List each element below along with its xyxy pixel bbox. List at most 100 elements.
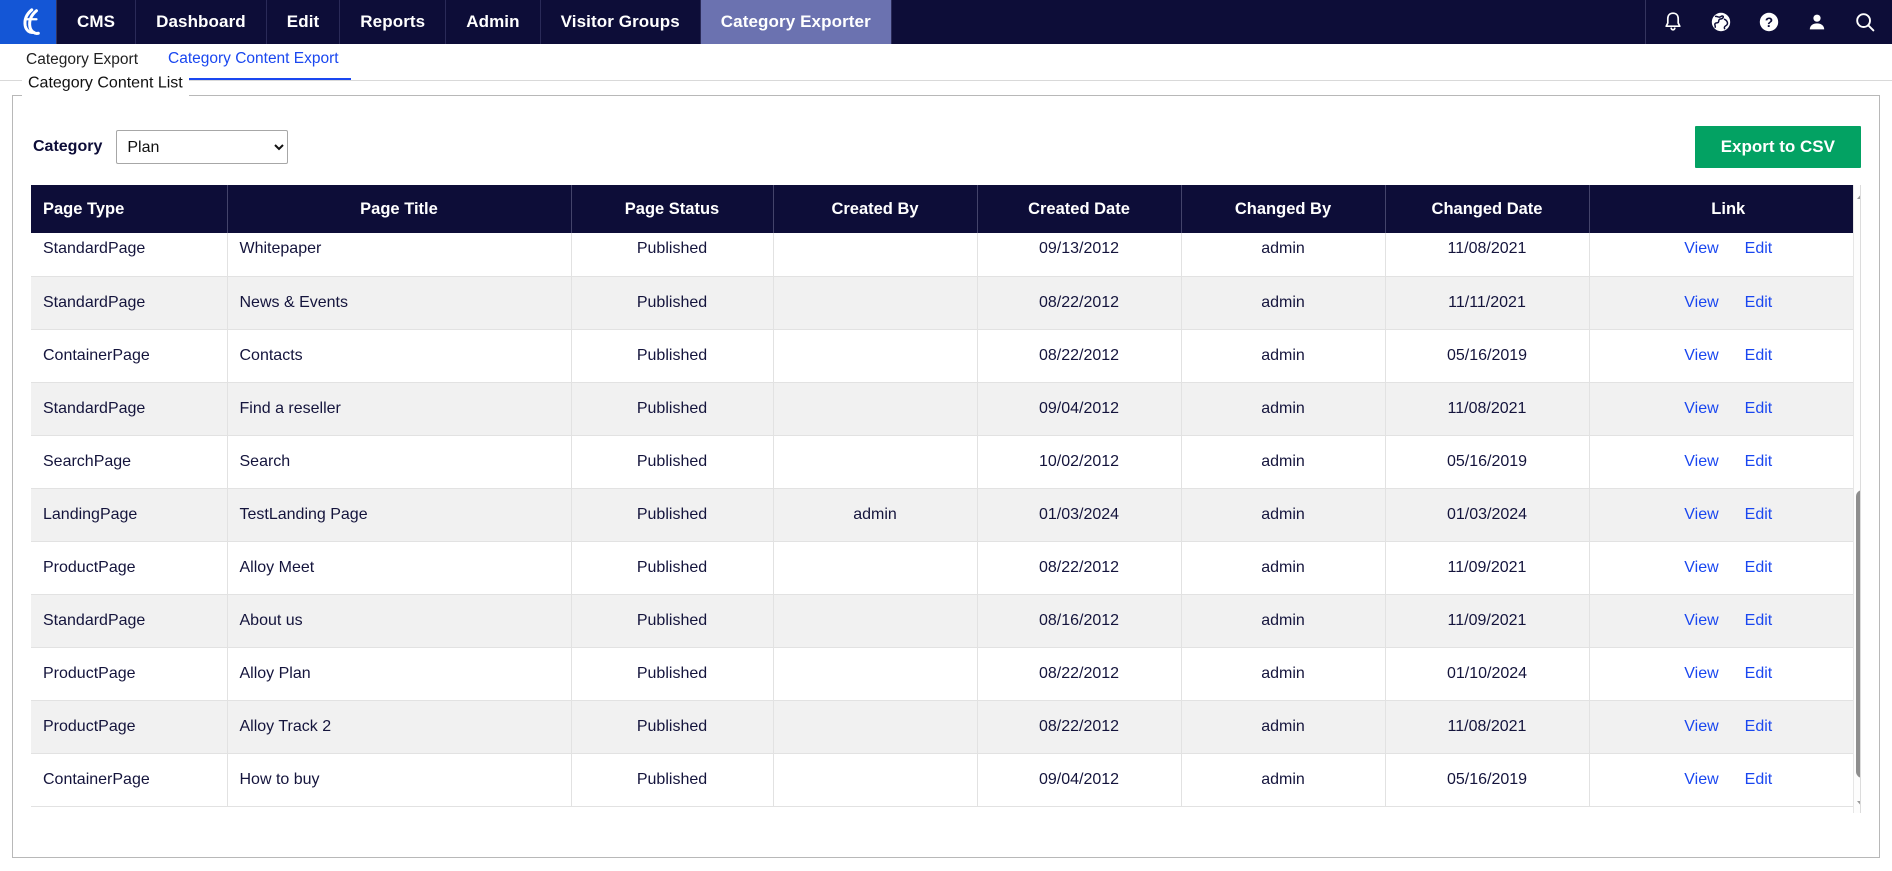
nav-item-dashboard[interactable]: Dashboard bbox=[135, 0, 266, 44]
cell-page-title: News & Events bbox=[227, 276, 572, 330]
nav-item-visitor-groups[interactable]: Visitor Groups bbox=[539, 0, 700, 44]
cell-page-status: Published bbox=[571, 233, 774, 277]
column-header-created-date[interactable]: Created Date bbox=[977, 185, 1182, 233]
sub-tab-bar: Category Export Category Content Export bbox=[0, 44, 1892, 80]
cell-link: View Edit bbox=[1589, 233, 1860, 277]
cell-created-by bbox=[773, 753, 978, 807]
nav-label: Admin bbox=[466, 12, 520, 31]
cell-page-title: Find a reseller bbox=[227, 382, 572, 436]
top-navigation-bar: CMS Dashboard Edit Reports Admin Visitor… bbox=[0, 0, 1892, 44]
edit-link[interactable]: Edit bbox=[1745, 506, 1773, 523]
cell-page-type: ContainerPage bbox=[31, 753, 228, 807]
nav-item-admin[interactable]: Admin bbox=[445, 0, 539, 44]
cell-page-status: Published bbox=[571, 541, 774, 595]
cell-page-status: Published bbox=[571, 700, 774, 754]
cell-link: View Edit bbox=[1589, 753, 1860, 807]
table-body-scroll-area[interactable]: StandardPage Whitepaper Published 09/13/201… bbox=[31, 233, 1860, 813]
view-link[interactable]: View bbox=[1684, 294, 1718, 311]
cell-page-status: Published bbox=[571, 647, 774, 701]
nav-item-cms[interactable]: CMS bbox=[56, 0, 135, 44]
bell-icon[interactable] bbox=[1660, 9, 1686, 35]
cell-link: View Edit bbox=[1589, 382, 1860, 436]
search-icon[interactable] bbox=[1852, 9, 1878, 35]
table-row: StandardPage Whitepaper Published 09/13/201… bbox=[31, 233, 1860, 277]
view-link[interactable]: View bbox=[1684, 400, 1718, 417]
export-to-csv-button[interactable]: Export to CSV bbox=[1694, 126, 1861, 168]
cell-created-date: 08/16/2012 bbox=[977, 594, 1182, 648]
cell-changed-date: 11/09/2021 bbox=[1385, 541, 1590, 595]
table-row: ProductPage Alloy Meet Published 08/22/2012… bbox=[31, 541, 1860, 595]
nav-item-category-exporter[interactable]: Category Exporter bbox=[699, 0, 891, 44]
edit-link[interactable]: Edit bbox=[1745, 718, 1773, 735]
column-header-page-type[interactable]: Page Type bbox=[31, 185, 228, 233]
edit-link[interactable]: Edit bbox=[1745, 453, 1773, 470]
cell-created-date: 01/03/2024 bbox=[977, 488, 1182, 542]
cell-created-by bbox=[773, 435, 978, 489]
view-link[interactable]: View bbox=[1684, 718, 1718, 735]
edit-link[interactable]: Edit bbox=[1745, 559, 1773, 576]
panel-border-left-stub bbox=[12, 94, 22, 96]
cell-created-by bbox=[773, 329, 978, 383]
edit-link[interactable]: Edit bbox=[1745, 240, 1773, 257]
view-link[interactable]: View bbox=[1684, 240, 1718, 257]
cell-changed-date: 01/03/2024 bbox=[1385, 488, 1590, 542]
cell-created-by bbox=[773, 647, 978, 701]
cell-link: View Edit bbox=[1589, 276, 1860, 330]
cell-created-date: 08/22/2012 bbox=[977, 276, 1182, 330]
view-link[interactable]: View bbox=[1684, 347, 1718, 364]
category-select[interactable]: Plan bbox=[116, 130, 289, 164]
column-header-link[interactable]: Link bbox=[1589, 185, 1860, 233]
cell-link: View Edit bbox=[1589, 435, 1860, 489]
table-row: ProductPage Alloy Track 2 Published 08/22/2… bbox=[31, 700, 1860, 754]
cell-changed-by: admin bbox=[1181, 435, 1386, 489]
scroll-up-arrow[interactable] bbox=[1854, 187, 1860, 204]
view-link[interactable]: View bbox=[1684, 665, 1718, 682]
table-row: LandingPage TestLanding Page Published admi… bbox=[31, 488, 1860, 542]
table-row: StandardPage About us Published 08/16/2012 a… bbox=[31, 594, 1860, 648]
table-row: SearchPage Search Published 10/02/2012 admin… bbox=[31, 435, 1860, 489]
cell-created-date: 08/22/2012 bbox=[977, 329, 1182, 383]
column-header-changed-by[interactable]: Changed By bbox=[1181, 185, 1386, 233]
column-header-changed-date[interactable]: Changed Date bbox=[1385, 185, 1590, 233]
edit-link[interactable]: Edit bbox=[1745, 771, 1773, 788]
column-header-page-status[interactable]: Page Status bbox=[571, 185, 774, 233]
nav-item-edit[interactable]: Edit bbox=[265, 0, 340, 44]
cell-page-type: LandingPage bbox=[31, 488, 228, 542]
cell-page-type: ContainerPage bbox=[31, 329, 228, 383]
cell-page-status: Published bbox=[571, 329, 774, 383]
edit-link[interactable]: Edit bbox=[1745, 294, 1773, 311]
edit-link[interactable]: Edit bbox=[1745, 347, 1773, 364]
nav-item-reports[interactable]: Reports bbox=[339, 0, 445, 44]
view-link[interactable]: View bbox=[1684, 559, 1718, 576]
cell-page-title: Alloy Track 2 bbox=[227, 700, 572, 754]
nav-label: Edit bbox=[286, 12, 320, 31]
view-link[interactable]: View bbox=[1684, 612, 1718, 629]
edit-link[interactable]: Edit bbox=[1745, 400, 1773, 417]
category-content-table-container: Page Type Page Title Page Status Created… bbox=[31, 185, 1861, 813]
cell-page-type: ProductPage bbox=[31, 541, 228, 595]
edit-link[interactable]: Edit bbox=[1745, 612, 1773, 629]
scroll-down-arrow[interactable] bbox=[1854, 796, 1860, 813]
view-link[interactable]: View bbox=[1684, 506, 1718, 523]
episerver-logo[interactable] bbox=[0, 0, 56, 44]
cell-page-status: Published bbox=[571, 435, 774, 489]
column-header-created-by[interactable]: Created By bbox=[773, 185, 978, 233]
globe-icon[interactable] bbox=[1708, 9, 1734, 35]
user-icon[interactable] bbox=[1804, 9, 1830, 35]
tab-label: Category Content Export bbox=[168, 50, 339, 67]
panel-legend: Category Content List bbox=[22, 74, 189, 93]
cell-changed-date: 11/11/2021 bbox=[1385, 276, 1590, 330]
category-content-list-panel: Category Content List Category Plan Expo… bbox=[12, 74, 1880, 858]
table-row: ContainerPage Contacts Published 08/22/2012… bbox=[31, 329, 1860, 383]
cell-changed-by: admin bbox=[1181, 594, 1386, 648]
view-link[interactable]: View bbox=[1684, 771, 1718, 788]
scroll-thumb[interactable] bbox=[1856, 490, 1860, 778]
cell-created-by bbox=[773, 700, 978, 754]
nav-label: Visitor Groups bbox=[560, 12, 680, 31]
help-circle-icon[interactable]: ? bbox=[1756, 9, 1782, 35]
vertical-scrollbar[interactable] bbox=[1853, 185, 1860, 813]
view-link[interactable]: View bbox=[1684, 453, 1718, 470]
cell-page-type: StandardPage bbox=[31, 594, 228, 648]
column-header-page-title[interactable]: Page Title bbox=[227, 185, 572, 233]
edit-link[interactable]: Edit bbox=[1745, 665, 1773, 682]
